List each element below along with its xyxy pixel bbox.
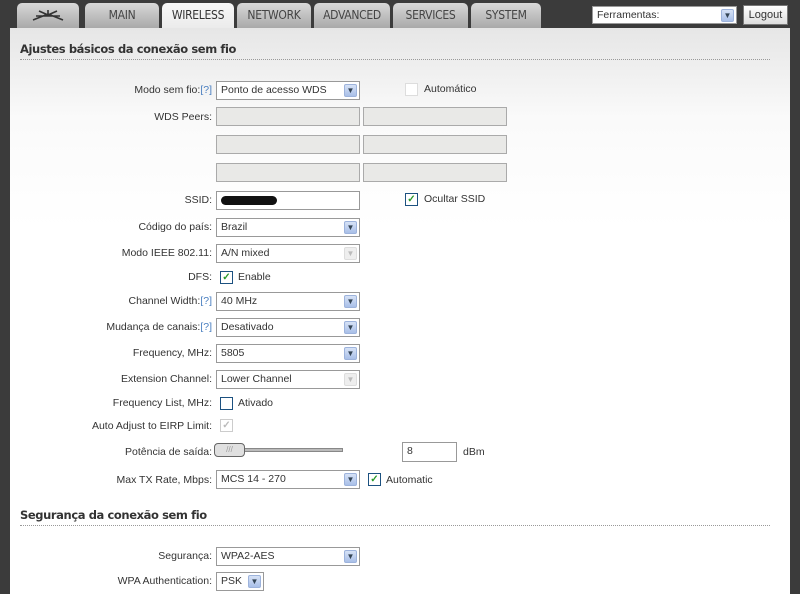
- wpa-auth-label: WPA Authentication:: [117, 575, 212, 587]
- power-slider-handle[interactable]: ///: [214, 443, 245, 457]
- chevron-down-icon: ▼: [248, 575, 261, 588]
- ssid-input[interactable]: [216, 191, 360, 210]
- auto-label: Automático: [424, 83, 477, 95]
- auto-checkbox[interactable]: [405, 83, 418, 96]
- channel-width-label: Channel Width:[?]: [128, 295, 212, 307]
- frequency-select[interactable]: 5805 ▼: [216, 344, 360, 363]
- section-title-security: Segurança da conexão sem fio: [20, 508, 770, 526]
- rate-auto-checkbox[interactable]: ✓: [368, 473, 381, 486]
- chevron-down-icon: ▼: [344, 221, 357, 234]
- frequency-list-enable-label: Ativado: [238, 397, 274, 409]
- chevron-down-icon: ▼: [344, 84, 357, 97]
- help-link[interactable]: [?]: [200, 84, 212, 96]
- frequency-list-checkbox[interactable]: [220, 397, 233, 410]
- wireless-mode-label: Modo sem fio:[?]: [134, 84, 212, 96]
- dfs-checkbox[interactable]: ✓: [220, 271, 233, 284]
- chevron-down-icon: ▼: [344, 550, 357, 563]
- power-unit: dBm: [463, 446, 485, 458]
- power-label: Potência de saída:: [125, 446, 212, 458]
- extension-channel-label: Extension Channel:: [120, 373, 212, 385]
- tab-system[interactable]: SYSTEM: [471, 3, 541, 28]
- tab-advanced[interactable]: ADVANCED: [314, 3, 390, 28]
- logout-button[interactable]: Logout: [743, 5, 788, 25]
- wds-peer-1[interactable]: [216, 107, 360, 126]
- channel-shift-select[interactable]: Desativado ▼: [216, 318, 360, 337]
- hide-ssid-label: Ocultar SSID: [424, 193, 486, 205]
- country-label: Código do país:: [138, 221, 212, 233]
- rate-auto-label: Automatic: [386, 474, 433, 486]
- extension-channel-select[interactable]: Lower Channel ▼: [216, 370, 360, 389]
- wds-peer-5[interactable]: [216, 163, 360, 182]
- eirp-checkbox[interactable]: ✓: [220, 419, 233, 432]
- frequency-list-label: Frequency List, MHz:: [112, 397, 212, 409]
- help-link[interactable]: [?]: [200, 321, 212, 333]
- wds-peer-4[interactable]: [363, 135, 507, 154]
- ssid-label: SSID:: [184, 194, 212, 206]
- ieee-mode-label: Modo IEEE 802.11:: [121, 247, 212, 259]
- country-select[interactable]: Brazil ▼: [216, 218, 360, 237]
- chevron-down-icon: ▼: [344, 473, 357, 486]
- tab-main[interactable]: MAIN: [85, 3, 159, 28]
- ubiquiti-logo-icon: [32, 10, 64, 21]
- dfs-label: DFS:: [188, 271, 212, 283]
- power-slider-track[interactable]: [240, 448, 343, 452]
- wds-peers-label: WDS Peers:: [154, 111, 212, 123]
- dfs-enable-label: Enable: [238, 271, 271, 283]
- ieee-mode-select[interactable]: A/N mixed ▼: [216, 244, 360, 263]
- power-input[interactable]: 8: [402, 442, 457, 462]
- tools-select[interactable]: Ferramentas: ▼: [592, 6, 737, 24]
- section-title-basic: Ajustes básicos da conexão sem fio: [20, 42, 770, 60]
- wds-peer-6[interactable]: [363, 163, 507, 182]
- chevron-down-icon: ▼: [344, 347, 357, 360]
- security-select[interactable]: WPA2-AES ▼: [216, 547, 360, 566]
- logo-tab[interactable]: [17, 3, 79, 28]
- chevron-down-icon: ▼: [344, 247, 357, 260]
- help-link[interactable]: [?]: [200, 295, 212, 307]
- chevron-down-icon: ▼: [344, 295, 357, 308]
- max-rate-label: Max TX Rate, Mbps:: [116, 474, 212, 486]
- tab-services[interactable]: SERVICES: [393, 3, 468, 28]
- tools-label: Ferramentas:: [597, 9, 660, 21]
- wds-peer-3[interactable]: [216, 135, 360, 154]
- eirp-label: Auto Adjust to EIRP Limit:: [91, 420, 212, 432]
- channel-shift-label: Mudança de canais:[?]: [106, 321, 212, 333]
- tab-network[interactable]: NETWORK: [237, 3, 311, 28]
- redacted-ssid: [221, 196, 277, 205]
- chevron-down-icon: ▼: [344, 321, 357, 334]
- wpa-auth-select[interactable]: PSK ▼: [216, 572, 264, 591]
- wds-peer-2[interactable]: [363, 107, 507, 126]
- hide-ssid-checkbox[interactable]: ✓: [405, 193, 418, 206]
- max-rate-select[interactable]: MCS 14 - 270 ▼: [216, 470, 360, 489]
- chevron-down-icon: ▼: [344, 373, 357, 386]
- frequency-label: Frequency, MHz:: [132, 347, 212, 359]
- security-label: Segurança:: [158, 550, 212, 562]
- chevron-down-icon: ▼: [721, 9, 734, 22]
- wireless-mode-select[interactable]: Ponto de acesso WDS ▼: [216, 81, 360, 100]
- channel-width-select[interactable]: 40 MHz ▼: [216, 292, 360, 311]
